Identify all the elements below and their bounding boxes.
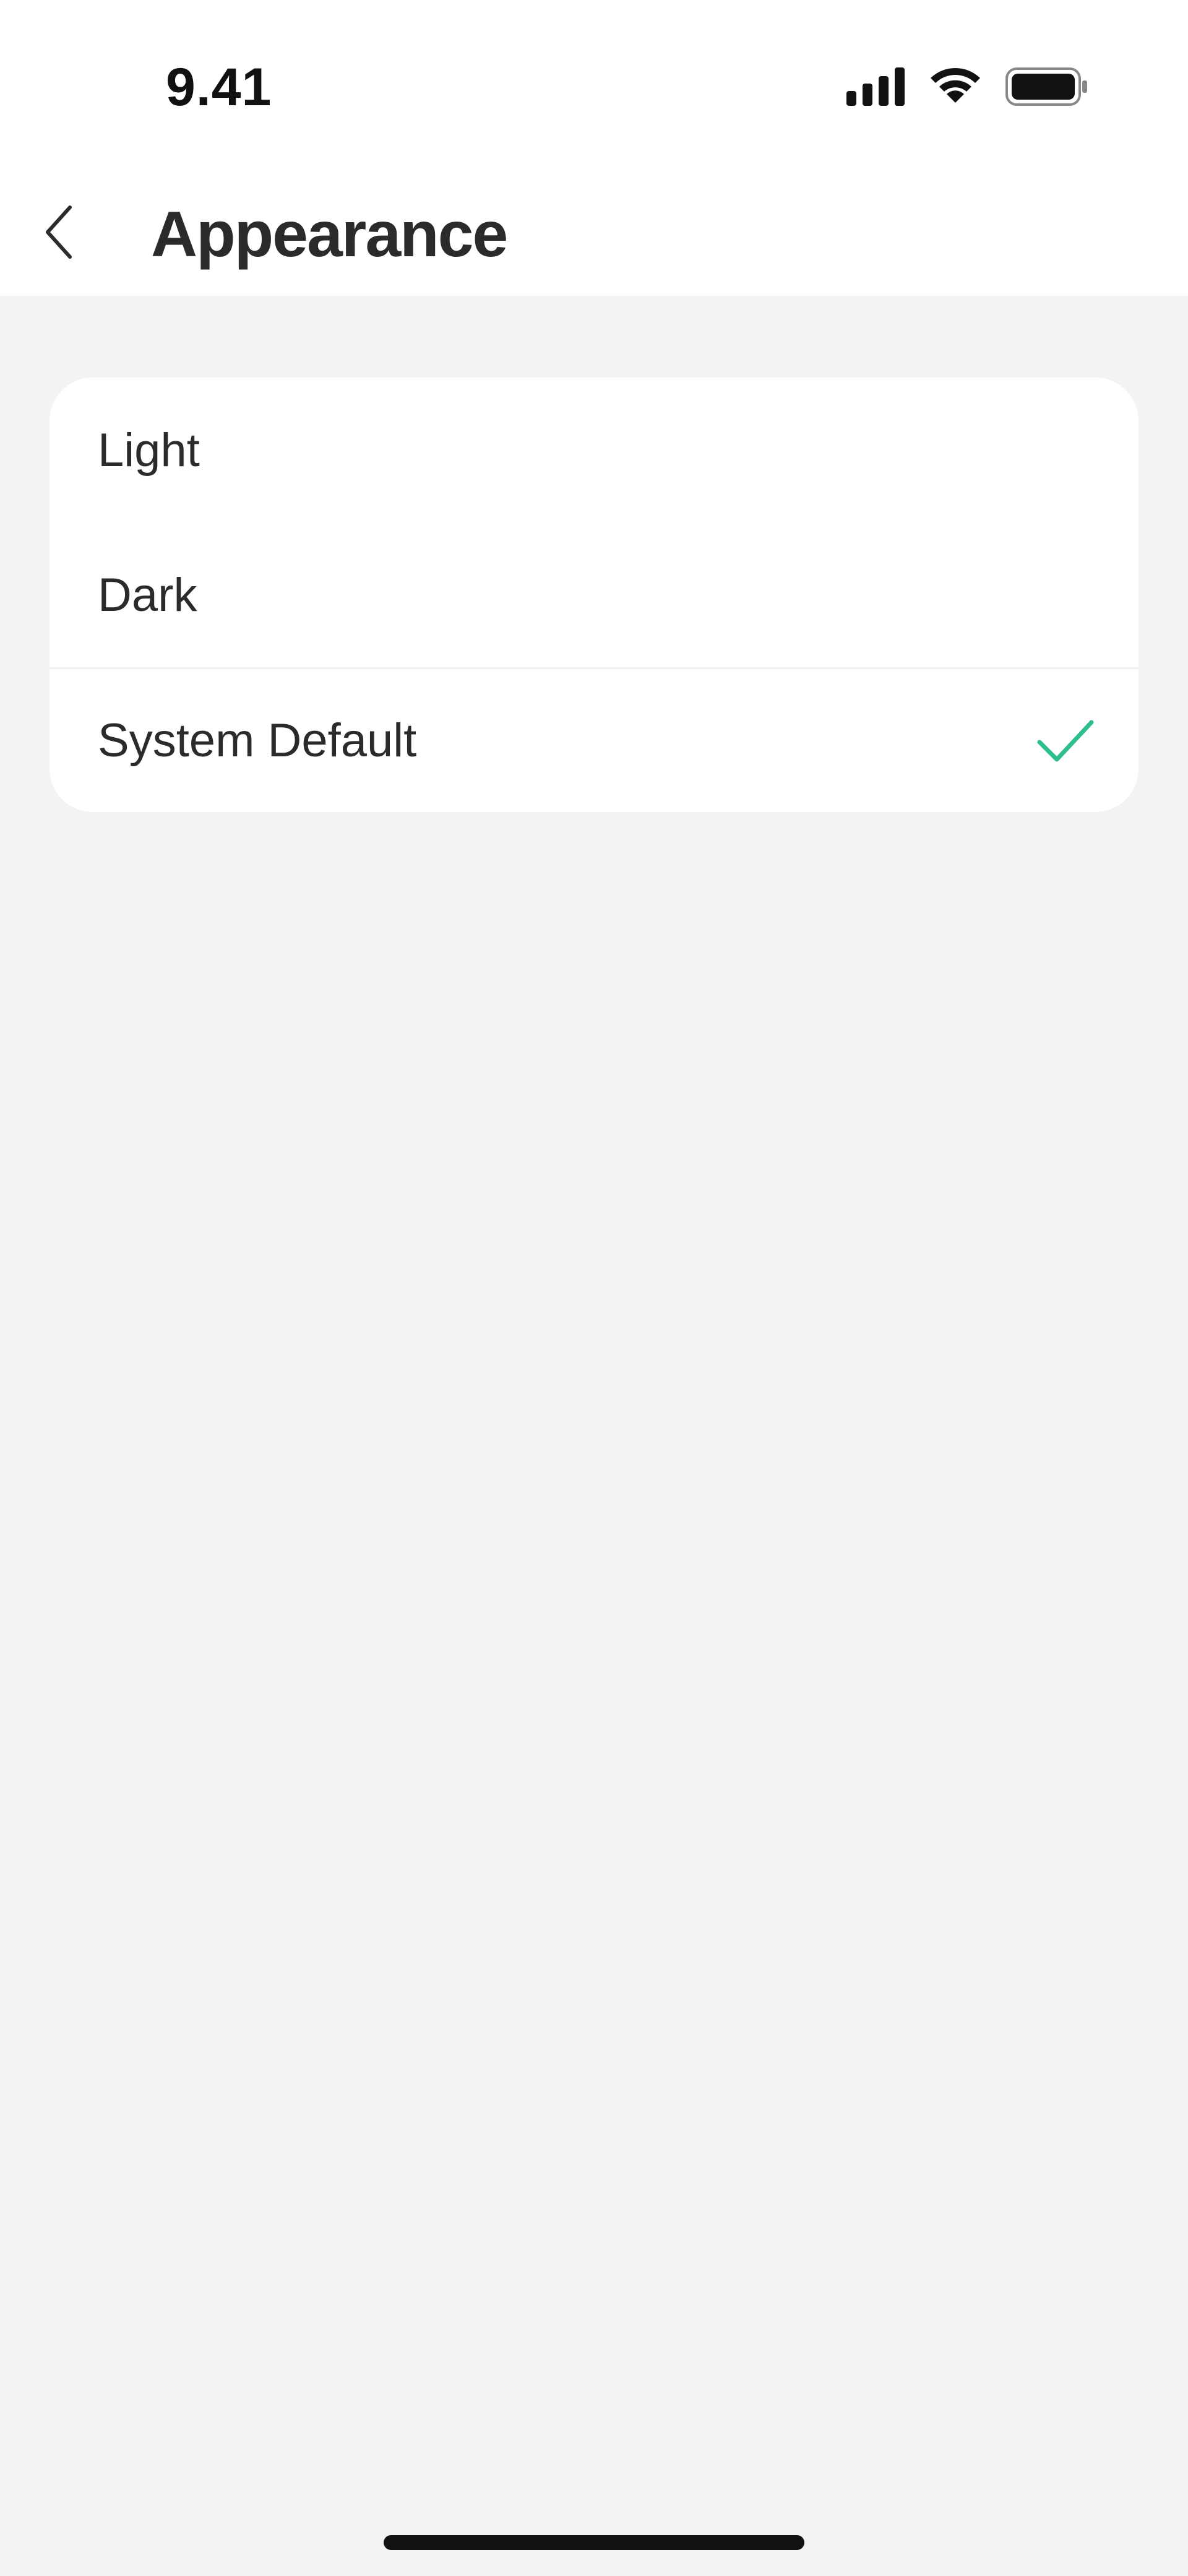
option-system-default[interactable]: System Default bbox=[50, 667, 1138, 812]
signal-icon bbox=[846, 67, 906, 109]
chevron-left-icon bbox=[43, 202, 75, 265]
page-title: Appearance bbox=[151, 199, 508, 270]
option-dark[interactable]: Dark bbox=[50, 522, 1138, 667]
appearance-options-list: Light Dark System Default bbox=[50, 378, 1138, 812]
status-bar: 9.41 bbox=[0, 0, 1188, 173]
option-label: System Default bbox=[98, 714, 417, 767]
home-indicator[interactable] bbox=[384, 2535, 804, 2550]
option-label: Dark bbox=[98, 568, 197, 621]
battery-icon bbox=[1005, 67, 1089, 110]
option-light[interactable]: Light bbox=[50, 378, 1138, 522]
status-time: 9.41 bbox=[166, 58, 272, 117]
status-icons bbox=[846, 67, 1089, 110]
option-label: Light bbox=[98, 423, 200, 477]
app-header: Appearance bbox=[0, 173, 1188, 296]
checkmark-icon bbox=[1036, 716, 1095, 766]
wifi-icon bbox=[928, 67, 983, 110]
back-button[interactable] bbox=[36, 192, 82, 275]
